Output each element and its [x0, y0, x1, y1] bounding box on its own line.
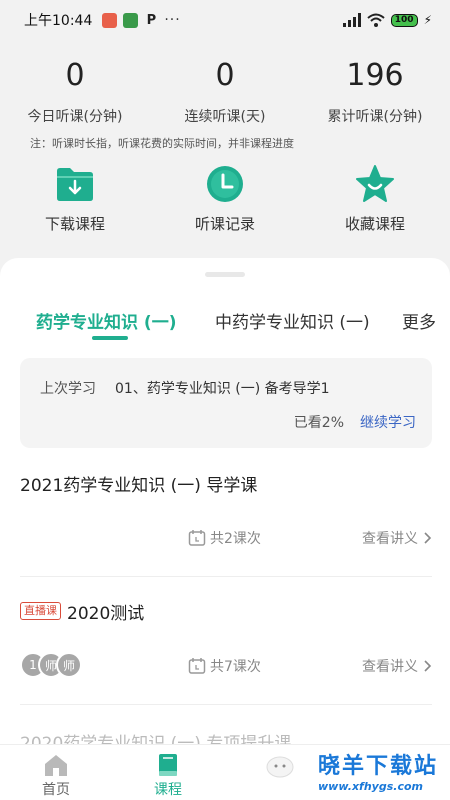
nav-label: 课程 [154, 782, 182, 798]
watermark-logo: 晓羊下载站 www.xfhygs.com [318, 748, 438, 793]
course-sheet: 药学专业知识 (一) 中药学专业知识 (一) 更多 上次学习 01、药学专业知识… [0, 258, 450, 750]
stat-value: 0 [215, 58, 235, 93]
nav-home[interactable]: 首页 [0, 745, 112, 800]
book-icon [159, 754, 177, 776]
last-study-title: 01、药学专业知识 (一) 备考导学1 [115, 381, 330, 397]
continue-study-button[interactable]: 继续学习 [360, 412, 416, 432]
course-title: 2021药学专业知识 (一) 导学课 [20, 475, 258, 496]
sheep-icon [266, 756, 294, 778]
more-notifications-icon: ··· [164, 12, 181, 28]
android-icon [123, 12, 139, 28]
download-courses-button[interactable]: 下载课程 [0, 165, 150, 234]
home-icon [45, 755, 67, 776]
calendar-icon [188, 658, 206, 674]
last-study-card[interactable]: 上次学习 01、药学专业知识 (一) 备考导学1 已看2% 继续学习 [20, 358, 432, 448]
view-handout-label: 查看讲义 [362, 659, 418, 675]
action-label: 听课记录 [194, 215, 255, 233]
quick-actions: 下载课程 听课记录 收藏课程 [0, 165, 450, 234]
last-study-progress: 已看2% [293, 415, 344, 431]
action-label: 收藏课程 [344, 215, 405, 233]
stat-label: 连续听课(天) [184, 109, 266, 125]
chevron-right-icon [424, 660, 432, 672]
stat-today: 0 今日听课(分钟) [0, 56, 150, 126]
live-course-badge: 直播课 [20, 602, 61, 620]
teacher-avatars: 1 师 师 [20, 652, 82, 678]
tab-more[interactable]: 更多 [402, 308, 436, 333]
listening-stats: 0 今日听课(分钟) 0 连续听课(天) 196 累计听课(分钟) [0, 56, 450, 126]
stat-value: 196 [346, 58, 404, 93]
lesson-count-text: 共2课次 [210, 531, 261, 547]
listening-history-button[interactable]: 听课记录 [150, 165, 300, 234]
charging-icon: ⚡ [423, 13, 432, 27]
last-study-label: 上次学习 [40, 381, 96, 397]
avatar: 师 [56, 652, 82, 678]
stat-value: 0 [65, 58, 85, 93]
wifi-icon [367, 13, 385, 27]
course-item[interactable]: 直播课 2020测试 1 师 师 共7课次 查看讲义 [20, 598, 432, 682]
stat-streak: 0 连续听课(天) [150, 56, 300, 126]
stat-total: 196 累计听课(分钟) [300, 56, 450, 126]
status-time: 上午10:44 [24, 13, 93, 29]
status-bar: 上午10:44 P ··· 100 ⚡ [0, 0, 450, 40]
course-item[interactable]: 2021药学专业知识 (一) 导学课 共2课次 查看讲义 [20, 470, 432, 554]
active-tab-indicator [92, 336, 128, 340]
clock-icon [207, 166, 243, 202]
lesson-count: 共7课次 [188, 656, 261, 676]
divider [20, 576, 432, 577]
star-icon [356, 165, 394, 202]
subject-tabs: 药学专业知识 (一) 中药学专业知识 (一) 更多 [0, 308, 450, 348]
tab-pharmacy-knowledge-1[interactable]: 药学专业知识 (一) [36, 308, 176, 333]
battery-icon: 100 [390, 13, 418, 27]
course-title: 2020测试 [67, 603, 145, 624]
signal-icon [342, 13, 361, 27]
p-app-icon: P [146, 12, 157, 28]
chevron-right-icon [424, 532, 432, 544]
favorite-courses-button[interactable]: 收藏课程 [300, 165, 450, 234]
tab-tcm-pharmacy-knowledge-1[interactable]: 中药学专业知识 (一) [215, 308, 370, 333]
download-folder-icon [57, 168, 93, 201]
drag-handle[interactable] [205, 272, 245, 277]
lesson-count-text: 共7课次 [210, 659, 261, 675]
action-label: 下载课程 [44, 215, 105, 233]
watermark-text: 晓羊下载站 [318, 754, 439, 779]
nav-label: 首页 [42, 782, 70, 798]
view-handout-button[interactable]: 查看讲义 [362, 656, 432, 676]
divider [20, 704, 432, 705]
stat-label: 累计听课(分钟) [327, 109, 423, 125]
stats-note: 注：听课时长指，听课花费的实际时间，并非课程进度 [30, 137, 294, 150]
stat-label: 今日听课(分钟) [27, 109, 123, 125]
view-handout-button[interactable]: 查看讲义 [362, 528, 432, 548]
notification-app-icon [102, 12, 118, 28]
lesson-count: 共2课次 [188, 528, 261, 548]
nav-courses[interactable]: 课程 [112, 745, 224, 800]
watermark-url: www.xfhygs.com [318, 780, 423, 793]
view-handout-label: 查看讲义 [362, 531, 418, 547]
calendar-icon [188, 530, 206, 546]
